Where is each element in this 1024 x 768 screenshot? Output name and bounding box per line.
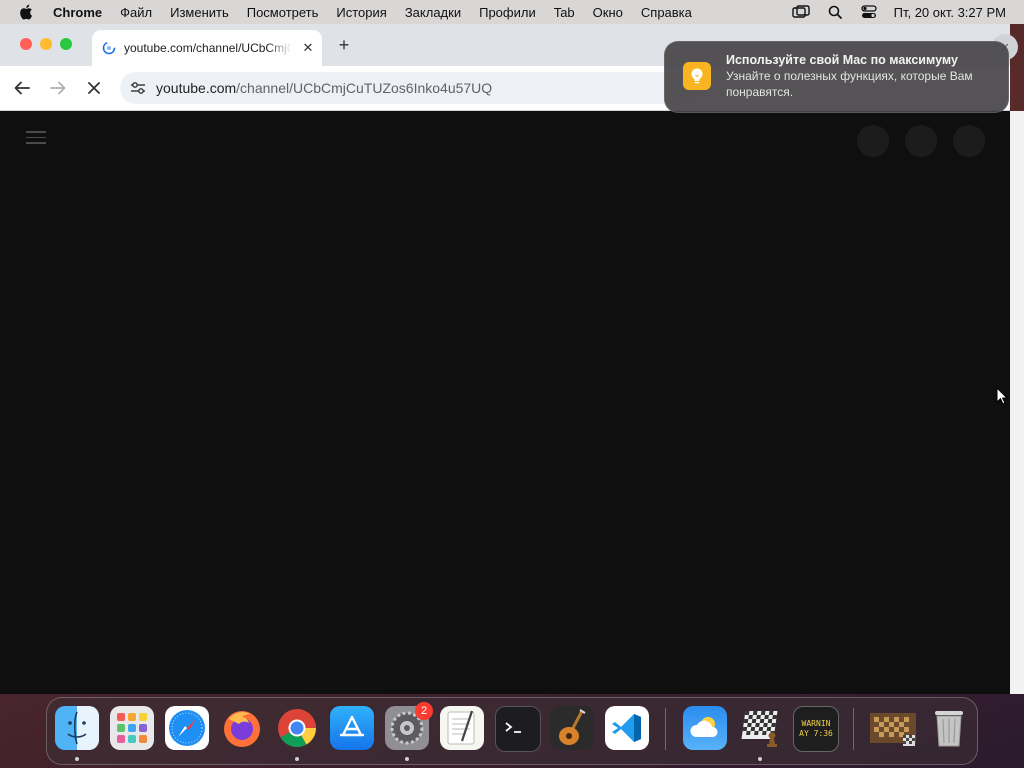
menu-view[interactable]: Посмотреть <box>247 5 319 20</box>
menu-app-name[interactable]: Chrome <box>53 5 102 20</box>
skeleton-placeholder <box>953 125 985 157</box>
page-content <box>0 111 1010 694</box>
hamburger-menu-icon[interactable] <box>26 131 46 147</box>
dock-separator <box>665 708 666 750</box>
running-indicator <box>75 757 79 761</box>
menu-bookmarks[interactable]: Закладки <box>405 5 461 20</box>
menubar-clock[interactable]: Пт, 20 окт. 3:27 PM <box>894 5 1006 20</box>
browser-window: youtube.com/channel/UCbCmjCuTUZos6Inko4u… <box>0 24 1010 694</box>
finder-icon[interactable] <box>55 706 99 750</box>
menu-tab[interactable]: Tab <box>554 5 575 20</box>
menu-file[interactable]: Файл <box>120 5 152 20</box>
address-url: youtube.com/channel/UCbCmjCuTUZos6Inko4u… <box>156 80 492 96</box>
skeleton-placeholder <box>905 125 937 157</box>
mouse-cursor-icon <box>996 386 1009 405</box>
notification-banner[interactable]: Используйте свой Mac по максимуму Узнайт… <box>664 41 1009 113</box>
close-tab-icon[interactable]: ✕ <box>300 40 316 56</box>
url-path: /channel/UCbCmjCuTUZos6Inko4u57UQ <box>236 80 493 96</box>
chrome-icon[interactable] <box>275 706 319 750</box>
control-center-icon[interactable] <box>860 4 878 20</box>
tab-active[interactable]: youtube.com/channel/UCbCmjCuTUZos6Inko4u… <box>92 30 322 66</box>
loading-globe-icon <box>102 40 118 56</box>
notification-title: Используйте свой Mac по максимуму <box>726 53 958 67</box>
forward-button[interactable] <box>46 76 70 100</box>
menu-history[interactable]: История <box>336 5 386 20</box>
minimized-window-thumbnail[interactable] <box>869 706 919 750</box>
dock: 2 WARNIN AY 7:36 <box>46 697 978 765</box>
minimize-window-button[interactable] <box>40 38 52 50</box>
trash-icon[interactable] <box>927 706 971 750</box>
url-host: youtube.com <box>156 80 237 96</box>
screen-mirroring-icon[interactable] <box>791 4 810 20</box>
new-tab-button[interactable]: + <box>334 35 354 55</box>
window-controls <box>20 38 80 50</box>
chess-icon[interactable] <box>738 706 782 750</box>
console-line-2: AY 7:36 <box>799 729 833 738</box>
tab-title: youtube.com/channel/UCbCmjCuTUZos6Inko4u… <box>124 41 292 55</box>
menu-bar: Chrome Файл Изменить Посмотреть История … <box>0 0 1024 24</box>
maximize-window-button[interactable] <box>60 38 72 50</box>
skeleton-placeholder <box>857 125 889 157</box>
site-settings-icon[interactable] <box>128 78 148 98</box>
address-bar[interactable]: youtube.com/channel/UCbCmjCuTUZos6Inko4u… <box>120 72 700 104</box>
menu-profiles[interactable]: Профили <box>479 5 536 20</box>
lightbulb-icon <box>683 62 711 90</box>
window-right-edge <box>1010 111 1024 694</box>
notification-body: Узнайте о полезных функциях, которые Вам… <box>726 69 973 99</box>
console-icon[interactable]: WARNIN AY 7:36 <box>793 706 839 752</box>
spotlight-search-icon[interactable] <box>826 4 844 20</box>
stop-loading-button[interactable] <box>82 76 106 100</box>
terminal-icon[interactable] <box>495 706 541 752</box>
menu-edit[interactable]: Изменить <box>170 5 229 20</box>
apple-menu-icon[interactable] <box>16 4 36 20</box>
running-indicator <box>758 757 762 761</box>
close-window-button[interactable] <box>20 38 32 50</box>
firefox-icon[interactable] <box>220 706 264 750</box>
console-line-1: WARNIN <box>801 719 831 728</box>
weather-icon[interactable] <box>683 706 727 750</box>
textedit-icon[interactable] <box>440 706 484 750</box>
menu-window[interactable]: Окно <box>593 5 623 20</box>
vscode-icon[interactable] <box>605 706 649 750</box>
safari-icon[interactable] <box>165 706 209 750</box>
running-indicator <box>295 757 299 761</box>
running-indicator <box>405 757 409 761</box>
launchpad-icon[interactable] <box>110 706 154 750</box>
garageband-icon[interactable] <box>550 706 594 750</box>
menu-help[interactable]: Справка <box>641 5 692 20</box>
app-store-icon[interactable] <box>330 706 374 750</box>
back-button[interactable] <box>10 76 34 100</box>
notification-badge: 2 <box>415 702 433 720</box>
dock-separator <box>853 708 854 750</box>
